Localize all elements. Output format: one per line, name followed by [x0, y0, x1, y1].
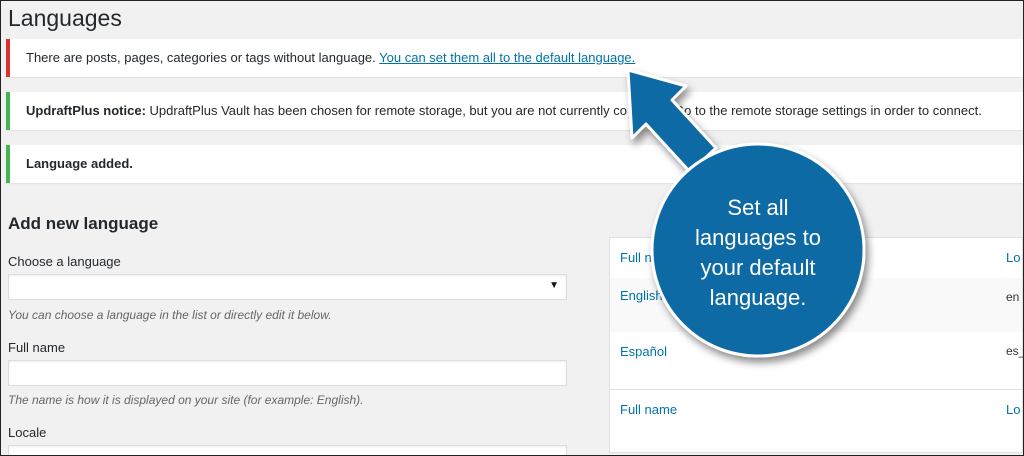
page-title: Languages: [8, 5, 122, 31]
language-name-link[interactable]: Español: [620, 344, 667, 359]
callout-line-2: languages to: [695, 225, 821, 250]
callout-line-3: your default: [700, 255, 816, 280]
callout-text: Set all languages to your default langua…: [668, 193, 848, 313]
table-footer-row: Full name Lo: [610, 389, 1022, 430]
updraftplus-notice-text: UpdraftPlus Vault has been chosen for re…: [149, 103, 627, 118]
no-language-notice: There are posts, pages, categories or ta…: [6, 39, 1023, 77]
column-locale-footer[interactable]: Lo: [1006, 402, 1020, 417]
locale-label: Locale: [8, 425, 47, 440]
choose-language-select[interactable]: ▼: [8, 274, 567, 300]
language-added-notice: Language added.: [6, 145, 1023, 183]
add-new-language-title: Add new language: [8, 214, 159, 233]
column-locale-header[interactable]: Lo: [1006, 250, 1020, 265]
full-name-input[interactable]: [8, 360, 567, 386]
language-added-label: Language added.: [26, 156, 133, 171]
no-language-notice-text: There are posts, pages, categories or ta…: [26, 50, 376, 65]
updraftplus-notice-label: UpdraftPlus notice:: [26, 103, 146, 118]
language-locale: en: [1006, 290, 1020, 304]
full-name-label: Full name: [8, 340, 66, 355]
updraftplus-notice: UpdraftPlus notice: UpdraftPlus Vault ha…: [6, 92, 1023, 130]
dropdown-arrow-icon: ▼: [549, 280, 559, 291]
table-row: Español es_: [610, 332, 1024, 388]
column-full-name-footer[interactable]: Full name: [620, 402, 677, 417]
wp-admin-screen: Languages There are posts, pages, catego…: [0, 0, 1024, 456]
callout-line-4: language.: [709, 285, 807, 310]
callout-line-1: Set all: [727, 195, 789, 220]
language-added-text: Language added.: [26, 155, 133, 173]
choose-language-label: Choose a language: [8, 254, 121, 269]
language-locale: es_: [1006, 344, 1024, 358]
set-default-language-link[interactable]: You can set them all to the default lang…: [379, 50, 635, 65]
choose-language-description: You can choose a language in the list or…: [8, 308, 332, 322]
full-name-description: The name is how it is displayed on your …: [8, 393, 364, 407]
language-name-link[interactable]: English: [620, 288, 663, 303]
updraftplus-notice-content: UpdraftPlus notice: UpdraftPlus Vault ha…: [26, 102, 627, 120]
no-language-notice-content: There are posts, pages, categories or ta…: [26, 49, 635, 67]
updraftplus-notice-settings-text: Go to the remote storage settings in ord…: [674, 103, 982, 118]
locale-input[interactable]: [8, 445, 567, 455]
column-full-name-header[interactable]: Full n: [620, 250, 652, 265]
